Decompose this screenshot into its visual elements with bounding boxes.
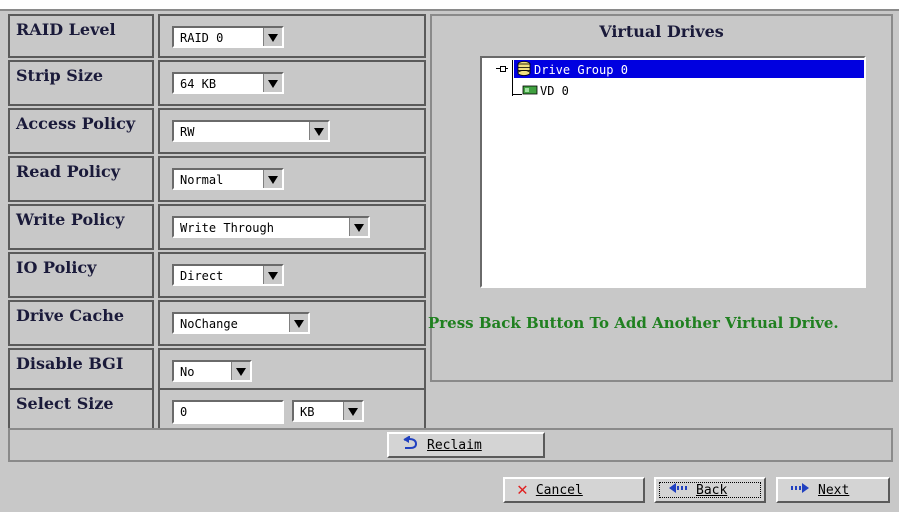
back-arrow-icon [668,482,688,498]
io-policy-dropdown[interactable]: Direct [172,264,284,286]
chevron-down-icon[interactable] [263,74,282,92]
read-policy-row: Read Policy Normal [8,156,426,202]
virtual-drives-panel: Virtual Drives Drive Group 0 VD 0 Press … [428,14,893,382]
virtual-drive-icon [522,83,538,101]
tree-item-vd[interactable]: VD 0 [522,82,642,100]
reclaim-bar: Reclaim [8,428,893,462]
hint-text: Press Back Button To Add Another Virtual… [428,314,839,332]
write-policy-dropdown[interactable]: Write Through [172,216,370,238]
disable-bgi-value: No [180,365,195,379]
drive-group-label: Drive Group 0 [534,63,628,77]
next-arrow-icon [790,482,810,498]
database-icon [516,60,532,81]
top-strip [0,0,899,11]
cancel-label: Cancel [535,482,583,498]
strip-size-row: Strip Size 64 KB [8,60,426,106]
virtual-drives-tree[interactable]: Drive Group 0 VD 0 [480,56,866,288]
chevron-down-icon[interactable] [309,122,328,140]
reclaim-label: Reclaim [427,437,482,453]
disable-bgi-dropdown[interactable]: No [172,360,252,382]
back-button[interactable]: Back [654,477,766,503]
raid-level-row: RAID Level RAID 0 [8,14,426,58]
select-size-cell: 0 KB [158,388,426,432]
raid-level-label: RAID Level [8,14,154,58]
strip-size-label: Strip Size [8,60,154,106]
write-policy-label: Write Policy [8,204,154,250]
next-label: Next [818,482,850,498]
write-policy-row: Write Policy Write Through [8,204,426,250]
write-policy-value: Write Through [180,221,274,235]
disable-bgi-cell: No [158,348,426,390]
raid-level-value: RAID 0 [180,31,224,45]
disable-bgi-row: Disable BGI No [8,348,426,390]
select-size-input[interactable]: 0 [172,400,284,424]
drive-cache-label: Drive Cache [8,300,154,346]
strip-size-dropdown[interactable]: 64 KB [172,72,284,94]
chevron-down-icon[interactable] [349,218,368,236]
reclaim-icon [401,435,419,454]
io-policy-label: IO Policy [8,252,154,298]
io-policy-value: Direct [180,269,224,283]
chevron-down-icon[interactable] [263,170,282,188]
properties-panel: RAID Level RAID 0 Strip Size 64 KB Acces… [8,14,426,432]
access-policy-label: Access Policy [8,108,154,154]
read-policy-value: Normal [180,173,224,187]
access-policy-dropdown[interactable]: RW [172,120,330,142]
chevron-down-icon[interactable] [343,402,362,420]
access-policy-value: RW [180,125,195,139]
drive-cache-value: NoChange [180,317,238,331]
drive-cache-cell: NoChange [158,300,426,346]
strip-size-value: 64 KB [180,77,217,91]
chevron-down-icon[interactable] [289,314,308,332]
strip-size-cell: 64 KB [158,60,426,106]
access-policy-row: Access Policy RW [8,108,426,154]
navigation-bar: ✕ Cancel Back Next [0,462,899,512]
disable-bgi-label: Disable BGI [8,348,154,390]
vd-label: VD 0 [540,84,569,98]
chevron-down-icon[interactable] [263,28,282,46]
raid-level-cell: RAID 0 [158,14,426,58]
write-policy-cell: Write Through [158,204,426,250]
cancel-button[interactable]: ✕ Cancel [503,477,645,503]
drive-cache-dropdown[interactable]: NoChange [172,312,310,334]
chevron-down-icon[interactable] [231,362,250,380]
next-button[interactable]: Next [776,477,890,503]
reclaim-button[interactable]: Reclaim [387,432,545,458]
read-policy-dropdown[interactable]: Normal [172,168,284,190]
raid-level-dropdown[interactable]: RAID 0 [172,26,284,48]
select-size-unit-dropdown[interactable]: KB [292,400,364,422]
select-size-unit-value: KB [300,405,315,419]
drive-cache-row: Drive Cache NoChange [8,300,426,346]
virtual-drives-title: Virtual Drives [599,22,724,41]
cancel-x-icon: ✕ [517,479,528,500]
back-label: Back [696,482,728,498]
io-policy-row: IO Policy Direct [8,252,426,298]
chevron-down-icon[interactable] [263,266,282,284]
select-size-label: Select Size [8,388,154,432]
tree-item-drive-group[interactable]: Drive Group 0 [514,60,864,78]
access-policy-cell: RW [158,108,426,154]
select-size-value: 0 [180,405,188,419]
select-size-row: Select Size 0 KB [8,388,426,432]
read-policy-cell: Normal [158,156,426,202]
read-policy-label: Read Policy [8,156,154,202]
io-policy-cell: Direct [158,252,426,298]
